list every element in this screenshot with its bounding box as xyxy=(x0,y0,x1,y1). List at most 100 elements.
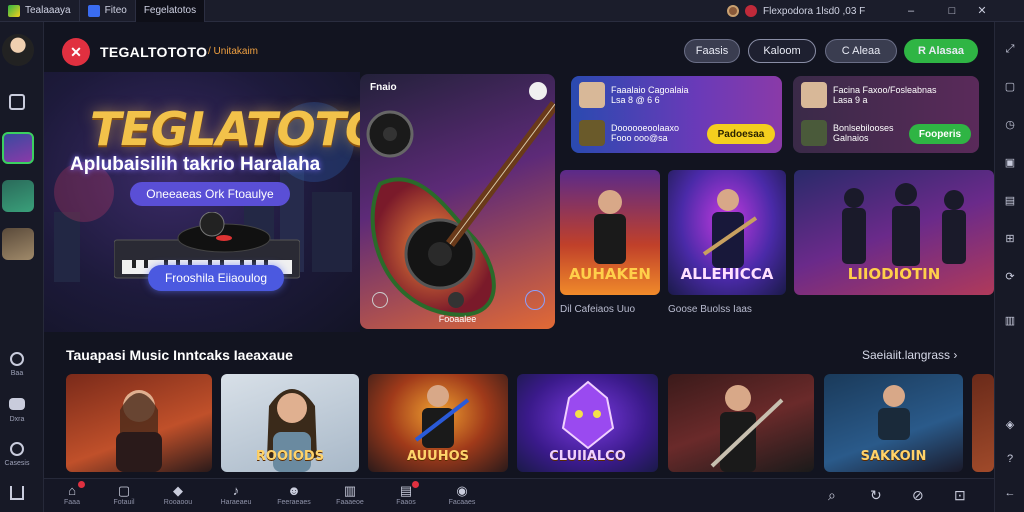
window-tab-2[interactable]: Fiteo xyxy=(80,0,136,22)
layout-icon[interactable]: ▥ xyxy=(1003,314,1017,328)
back-icon[interactable]: ← xyxy=(1003,486,1017,500)
play-icon[interactable] xyxy=(448,292,464,308)
gamepad-icon[interactable] xyxy=(525,290,545,310)
game-card-title: LIIODIOTIN xyxy=(847,265,941,283)
address-bar[interactable]: Flexpodora 1lsd0 ,03 F xyxy=(727,2,865,20)
screenshot-icon[interactable]: ▣ xyxy=(1003,156,1017,170)
window-titlebar: Tealaaaya Fiteo Fegelatotos Flexpodora 1… xyxy=(0,0,1024,22)
maximize-button[interactable]: □ xyxy=(944,3,960,19)
game-card-title: ALLEHICCA xyxy=(680,265,774,283)
window-icon[interactable]: ▢ xyxy=(1003,80,1017,94)
header-button-primary[interactable]: R Alasaa xyxy=(904,39,978,63)
favorite-icon[interactable] xyxy=(529,82,547,100)
brand-subtitle: / Unitakaim xyxy=(208,46,259,57)
band-figures xyxy=(842,183,966,266)
site-icon xyxy=(745,5,757,17)
hero-pill[interactable]: Oneeaeas Ork Ftoaulye xyxy=(130,182,290,206)
featured-card[interactable]: Fnaio Fooaalee xyxy=(360,74,555,329)
avatar-friend-2[interactable] xyxy=(2,180,34,212)
nav-item-home[interactable]: ⌂ Faaa xyxy=(50,481,94,506)
game-card[interactable]: ALLEHICCA xyxy=(668,170,786,295)
screen-icon[interactable]: ⊡ xyxy=(954,487,966,504)
chevron-right-icon: › xyxy=(953,348,958,362)
header-button-3[interactable]: C Aleaa xyxy=(825,39,897,63)
music-card-title: SAKKOIN xyxy=(860,449,927,464)
location-icon[interactable]: ◈ xyxy=(1003,418,1017,432)
people-icon[interactable] xyxy=(9,94,25,110)
nav-item-library[interactable]: ▢ Fotauil xyxy=(102,483,146,506)
clock-icon[interactable]: ◷ xyxy=(1003,118,1017,132)
compass-icon[interactable]: ⊘ xyxy=(912,487,924,504)
minimize-button[interactable]: – xyxy=(903,3,919,19)
hero-tagline: Aplubaisilih takrio Haralaha xyxy=(70,154,321,175)
home-icon[interactable] xyxy=(10,486,24,500)
game-card-caption: Goose Buolss Iaas xyxy=(668,304,752,315)
brand-name: TEGALTOTOTO xyxy=(100,44,208,60)
search-icon[interactable]: ⌕ xyxy=(828,487,836,504)
game-card[interactable]: LIIODIOTIN xyxy=(794,170,994,295)
nav-label: Faaaeoe xyxy=(336,499,364,506)
left-rail-label: Dxra xyxy=(9,416,25,423)
music-card[interactable]: SAKKOIN xyxy=(824,374,963,472)
promo-card-2[interactable]: Facina Faxoo/Fosleabnas Lasa 9 a Bonlsebi… xyxy=(793,76,979,153)
folder-icon[interactable]: ▤ xyxy=(1003,194,1017,208)
share-icon[interactable] xyxy=(372,292,388,308)
performer-figure xyxy=(878,385,910,440)
guitarist-figure xyxy=(702,189,758,268)
promo-button[interactable]: Padoesaa xyxy=(707,124,775,144)
gamepad-icon[interactable] xyxy=(9,398,25,410)
game-card[interactable]: AUHAKEN xyxy=(560,170,660,295)
promo-title: Faaalaio Cagoalaia xyxy=(611,85,689,95)
nav-item-friends[interactable]: ☻ Feeraeaes xyxy=(272,483,316,506)
promo-meta: Galnaios xyxy=(833,133,869,143)
profile-avatar[interactable] xyxy=(2,34,34,66)
nav-label: Faaa xyxy=(64,499,80,506)
promo-meta: Lasa 9 a xyxy=(833,95,868,105)
apk-icon[interactable]: ⊞ xyxy=(1003,232,1017,246)
fullscreen-icon[interactable]: ⤢ xyxy=(1003,42,1017,56)
nav-label: Faaos xyxy=(396,499,416,506)
rotate-icon[interactable]: ⟳ xyxy=(1003,270,1017,284)
home-icon: ⌂ xyxy=(68,483,76,498)
music-card[interactable] xyxy=(66,374,212,472)
see-all-link[interactable]: Saeiaiit.langrass › xyxy=(862,348,957,362)
promo-card-1[interactable]: Faaalaio Cagoalaia Lsa 8 @ 6 6 Doooooeool… xyxy=(571,76,782,153)
nav-item-explore[interactable]: ◆ Rooaoou xyxy=(156,483,200,506)
music-card[interactable]: CLUIIALCO xyxy=(517,374,658,472)
music-card[interactable]: ROOIODS xyxy=(221,374,359,472)
close-button[interactable]: ✕ xyxy=(974,3,990,19)
window-tab-1[interactable]: Tealaaaya xyxy=(0,0,80,22)
music-card[interactable]: AUUHOS xyxy=(368,374,508,472)
window-tab-3[interactable]: Fegelatotos xyxy=(135,0,206,22)
promo-button[interactable]: Fooperis xyxy=(909,124,971,144)
header-button-2[interactable]: Kaloom xyxy=(748,39,816,63)
nav-item-books[interactable]: ▥ Faaaeoe xyxy=(328,483,372,506)
header-button-1[interactable]: Faasis xyxy=(684,39,740,63)
guitarist-figure xyxy=(710,385,784,472)
bottom-nav: ⌂ Faaa ▢ Fotauil ◆ Rooaoou ♪ Haraeaeu ☻ Feera… xyxy=(44,478,994,512)
nav-item-places[interactable]: ◉ Facaaes xyxy=(440,483,484,506)
help-icon[interactable]: ? xyxy=(1003,452,1017,466)
promo-avatar xyxy=(579,82,605,108)
refresh-icon[interactable]: ↻ xyxy=(870,487,882,504)
rocker-figure xyxy=(594,190,626,264)
nav-label: Facaaes xyxy=(448,499,476,506)
avatar-friend-1[interactable] xyxy=(2,132,34,164)
music-card[interactable] xyxy=(972,374,994,472)
section-title: Tauapasi Music Inntcaks Iaeaxaue xyxy=(66,347,293,363)
notification-badge xyxy=(78,481,85,488)
app-icon xyxy=(8,4,20,17)
music-card-title: AUUHOS xyxy=(406,449,470,464)
avatar-friend-3[interactable] xyxy=(2,228,34,260)
location-icon: ◉ xyxy=(456,483,468,498)
guitarist-figure xyxy=(414,385,470,448)
nav-label: Fotauil xyxy=(113,499,135,506)
settings-icon[interactable] xyxy=(10,442,24,456)
music-card[interactable] xyxy=(668,374,814,472)
chat-icon[interactable] xyxy=(10,352,24,366)
hero-cta-button[interactable]: Frooshila Eiiaoulog xyxy=(148,265,284,291)
nav-item-shop[interactable]: ▤ Faaos xyxy=(384,481,428,506)
hero-banner[interactable]: TEGLATOTO Aplubaisilih takrio Haralaha O… xyxy=(44,72,360,332)
nav-item-music[interactable]: ♪ Haraeaeu xyxy=(214,483,258,506)
promo-title: Doooooeoolaaxo xyxy=(611,123,680,133)
